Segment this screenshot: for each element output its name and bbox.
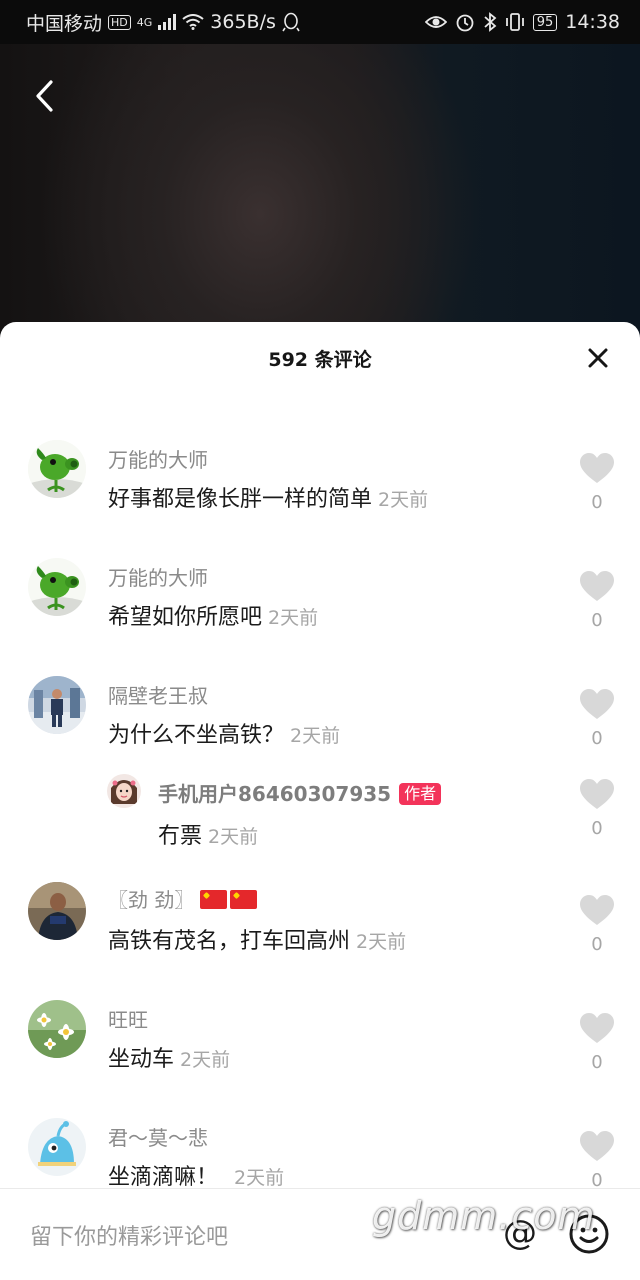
author-badge: 作者: [399, 783, 442, 805]
like-button[interactable]: 0: [578, 1130, 616, 1191]
clock: 14:38: [565, 11, 620, 33]
comment-username[interactable]: 旺旺: [108, 1004, 148, 1033]
status-bar: 中国移动 HD 4G 365B/s 95 14:38: [0, 0, 640, 44]
comment-item[interactable]: 隔壁老王叔 为什么不坐高铁？ 2天前 0: [0, 672, 640, 772]
comment-input[interactable]: 留下你的精彩评论吧: [30, 1219, 228, 1251]
cartoon-avatar[interactable]: [28, 1118, 86, 1176]
heart-icon: [580, 689, 614, 719]
figure-avatar[interactable]: [28, 676, 86, 734]
like-button[interactable]: 0: [578, 688, 616, 749]
like-count: 0: [591, 610, 603, 631]
like-button[interactable]: 0: [578, 1012, 616, 1073]
like-count: 0: [591, 1052, 603, 1073]
like-count: 0: [591, 818, 603, 839]
like-button[interactable]: 0: [578, 894, 616, 955]
hd-icon: HD: [108, 14, 131, 30]
comment-body: 高铁有茂名，打车回高州: [108, 929, 351, 954]
heart-icon: [580, 895, 614, 925]
comment-count-title: 592 条评论: [268, 348, 372, 371]
battery-indicator: 95: [532, 13, 558, 31]
man-avatar[interactable]: [28, 882, 86, 940]
comment-time: 2天前: [268, 607, 319, 629]
like-count: 0: [591, 492, 603, 513]
peashooter-avatar[interactable]: [28, 440, 86, 498]
like-button[interactable]: 0: [578, 452, 616, 513]
comment-item[interactable]: 旺旺 坐动车 2天前 0: [0, 996, 640, 1106]
net-speed: 365B/s: [210, 11, 276, 33]
flower-avatar[interactable]: [28, 1000, 86, 1058]
comment-time: 2天前: [290, 725, 341, 747]
comment-time: 2天前: [378, 489, 429, 511]
heart-icon: [580, 453, 614, 483]
like-button[interactable]: 0: [578, 570, 616, 631]
comment-username[interactable]: 万能的大师: [108, 562, 208, 591]
comment-body: 冇票: [158, 824, 203, 849]
china-flag-icon: [200, 890, 228, 909]
comment-text: 坐动车 2天前: [108, 1041, 230, 1073]
status-right: 95 14:38: [424, 11, 620, 33]
heart-icon: [580, 779, 614, 809]
video-background[interactable]: [0, 44, 640, 344]
comment-text: 为什么不坐高铁？ 2天前: [108, 717, 340, 749]
peashooter-avatar[interactable]: [28, 558, 86, 616]
signal-icon: [158, 14, 177, 30]
comment-text: 坐滴滴嘛！ 2天前: [108, 1159, 284, 1191]
watermark: gdmm.com: [372, 1194, 596, 1238]
wifi-icon: [182, 14, 204, 30]
comment-body: 为什么不坐高铁？: [108, 723, 285, 748]
comment-time: 2天前: [180, 1049, 231, 1071]
carrier-label: 中国移动: [26, 12, 103, 35]
alarm-icon: [456, 14, 474, 32]
comment-item[interactable]: 〖劲 劲〗 高铁有茂名，打车回高州 2天前 0: [0, 878, 640, 988]
comment-username-text: 〖劲 劲〗: [108, 888, 195, 912]
comment-username[interactable]: 〖劲 劲〗: [108, 884, 258, 913]
network-label: 4G: [136, 15, 153, 29]
comment-time: 2天前: [208, 826, 259, 848]
comments-sheet: 592 条评论 万能的大师 好事都是像长胖一样的简单 2天前 0 万能的大师 希…: [0, 322, 640, 1280]
comment-text: 好事都是像长胖一样的简单 2天前: [108, 481, 428, 513]
reply-item[interactable]: 手机用户86460307935 作者 冇票 2天前 0: [0, 772, 640, 872]
like-button[interactable]: 0: [578, 778, 616, 839]
comment-text: 冇票 2天前: [158, 818, 258, 850]
comment-username[interactable]: 万能的大师: [108, 444, 208, 473]
comment-username[interactable]: 隔壁老王叔: [108, 680, 208, 709]
back-button[interactable]: [24, 76, 64, 116]
eye-icon: [424, 16, 447, 28]
comment-body: 好事都是像长胖一样的简单: [108, 487, 373, 512]
qq-icon: [282, 12, 300, 32]
vibrate-icon: [505, 13, 524, 31]
heart-icon: [580, 1131, 614, 1161]
china-flag-icon: [230, 890, 258, 909]
heart-icon: [580, 1013, 614, 1043]
like-count: 0: [591, 934, 603, 955]
comment-text: 高铁有茂名，打车回高州 2天前: [108, 923, 406, 955]
comment-body: 希望如你所愿吧: [108, 605, 263, 630]
close-button[interactable]: [584, 344, 612, 372]
reply-username-text: 手机用户86460307935: [158, 782, 392, 806]
chevron-left-icon: [36, 80, 53, 112]
close-icon: [588, 348, 608, 368]
sheet-header: 592 条评论: [0, 322, 640, 394]
like-count: 0: [591, 728, 603, 749]
comment-item[interactable]: 万能的大师 希望如你所愿吧 2天前 0: [0, 554, 640, 664]
comment-body: 坐动车: [108, 1047, 175, 1072]
comment-body: 坐滴滴嘛！: [108, 1165, 219, 1190]
comment-item[interactable]: 万能的大师 好事都是像长胖一样的简单 2天前 0: [0, 436, 640, 546]
comment-time: 2天前: [356, 931, 407, 953]
heart-icon: [580, 571, 614, 601]
status-left: 中国移动 HD 4G 365B/s: [26, 9, 300, 36]
girl-avatar[interactable]: [107, 774, 141, 808]
comment-time: 2天前: [234, 1167, 285, 1189]
comment-text: 希望如你所愿吧 2天前: [108, 599, 318, 631]
reply-username[interactable]: 手机用户86460307935 作者: [158, 778, 442, 807]
comment-username[interactable]: 君～莫～悲: [108, 1122, 208, 1151]
bluetooth-icon: [484, 12, 497, 32]
